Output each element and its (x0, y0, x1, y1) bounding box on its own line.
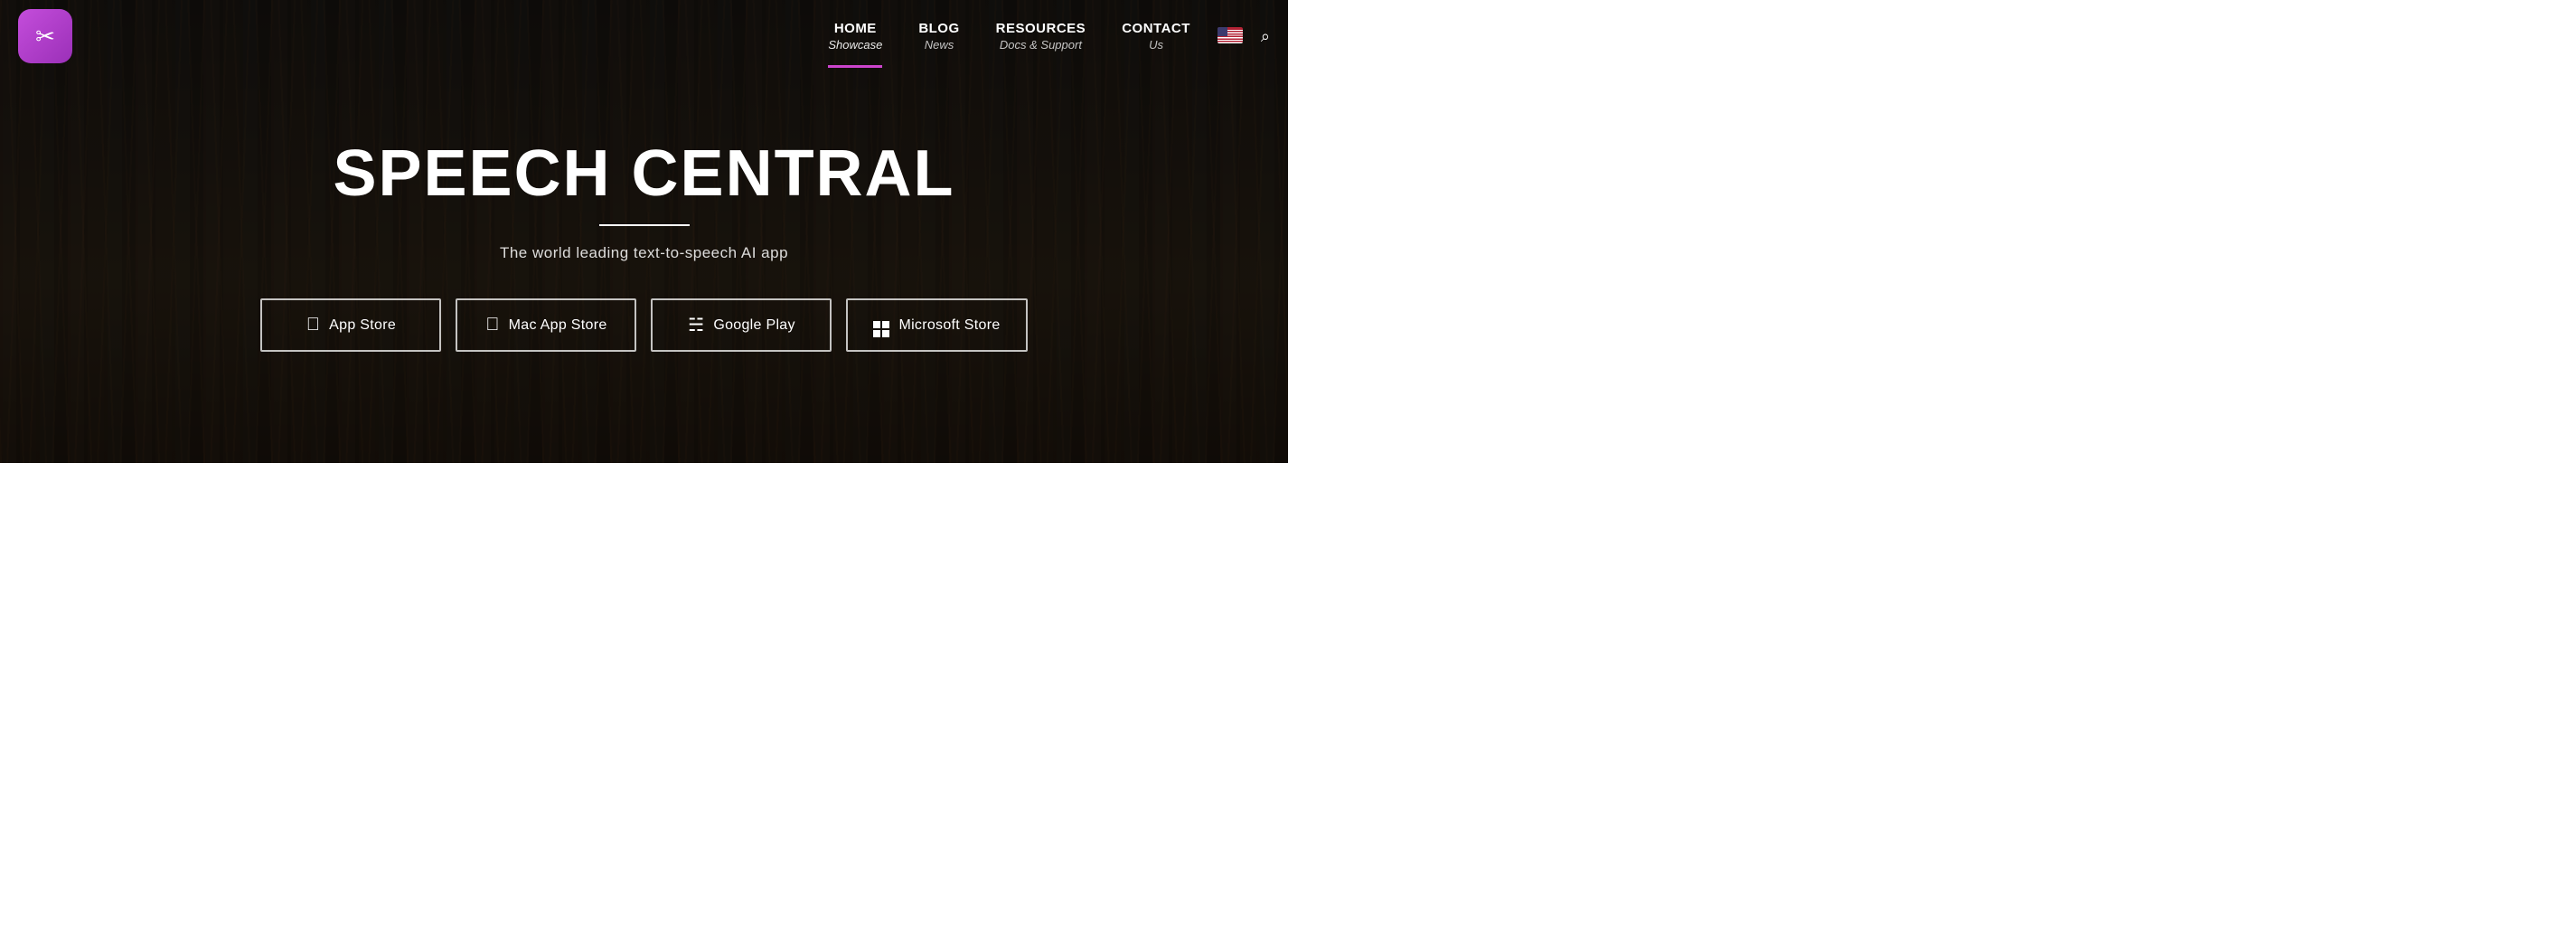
nav-contact-main: CONTACT (1122, 21, 1190, 36)
nav-blog-sub: News (918, 38, 959, 52)
nav-resources-main: RESOURCES (996, 21, 1086, 36)
hero-subtitle: The world leading text-to-speech AI app (500, 244, 788, 262)
microsoft-store-button[interactable]: Microsoft Store (846, 298, 1027, 352)
google-play-label: Google Play (713, 317, 794, 334)
nav-item-resources[interactable]: RESOURCES Docs & Support (996, 21, 1086, 52)
logo-icon[interactable]: ✂ (18, 9, 72, 63)
nav-contact-sub: Us (1122, 38, 1190, 52)
nav-item-home[interactable]: HOME Showcase (828, 21, 882, 52)
nav-home-main: HOME (828, 21, 882, 36)
nav-links: HOME Showcase BLOG News RESOURCES Docs &… (828, 21, 1190, 52)
us-flag (1217, 27, 1243, 43)
logo-wrapper[interactable]: ✂ (18, 9, 72, 63)
nav-home-sub: Showcase (828, 38, 882, 52)
nav-extras: ⌕ (1217, 27, 1270, 46)
apple-mac-icon:  (485, 315, 499, 335)
store-buttons-container:  App Store  Mac App Store ☵ Google Pla… (260, 298, 1027, 352)
search-button[interactable]: ⌕ (1261, 27, 1270, 46)
hero-divider (599, 224, 690, 226)
windows-grid-icon (873, 321, 889, 337)
mac-app-store-button[interactable]:  Mac App Store (456, 298, 636, 352)
google-icon: ☵ (688, 314, 704, 336)
logo-symbol: ✂ (35, 23, 55, 51)
navbar: ✂ HOME Showcase BLOG News RESOURCES Docs… (0, 0, 1288, 72)
windows-icon (873, 313, 889, 337)
nav-item-contact[interactable]: CONTACT Us (1122, 21, 1190, 52)
nav-item-blog[interactable]: BLOG News (918, 21, 959, 52)
hero-title: SPEECH CENTRAL (333, 138, 954, 210)
app-store-button[interactable]:  App Store (260, 298, 441, 352)
app-store-label: App Store (329, 317, 396, 334)
nav-blog-main: BLOG (918, 21, 959, 36)
apple-icon:  (306, 315, 320, 335)
search-icon: ⌕ (1261, 27, 1270, 45)
microsoft-store-label: Microsoft Store (898, 317, 1000, 334)
nav-active-underline (828, 65, 882, 68)
nav-resources-sub: Docs & Support (996, 38, 1086, 52)
mac-app-store-label: Mac App Store (509, 317, 607, 334)
google-play-button[interactable]: ☵ Google Play (651, 298, 832, 352)
language-flag[interactable] (1217, 27, 1243, 45)
